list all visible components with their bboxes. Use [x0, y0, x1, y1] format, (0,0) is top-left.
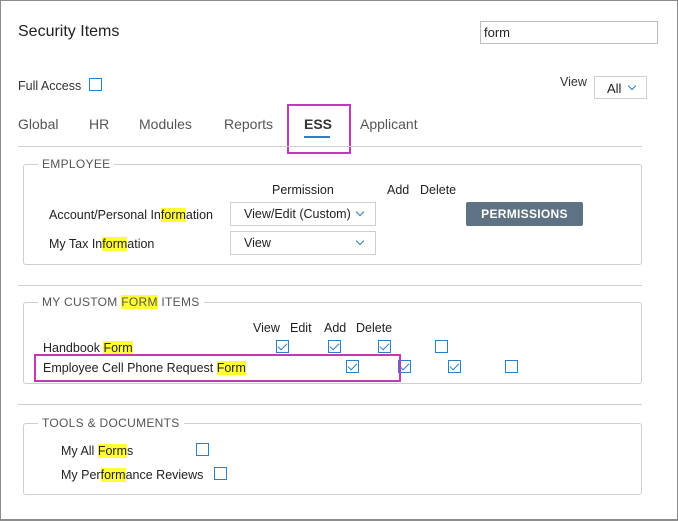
tab-applicant[interactable]: Applicant: [360, 116, 418, 132]
full-access-label: Full Access: [18, 79, 82, 93]
tool-item-label: My Performance Reviews: [61, 468, 203, 482]
chevron-down-icon: [627, 81, 637, 91]
cell-phone-row-highlight-box: [34, 354, 401, 382]
search-input[interactable]: form: [480, 21, 658, 44]
label-text: ance Reviews: [125, 468, 204, 482]
my-performance-reviews-checkbox[interactable]: [213, 467, 227, 480]
tools-legend: TOOLS & DOCUMENTS: [38, 416, 184, 430]
chevron-down-icon: [355, 207, 365, 217]
tab-reports[interactable]: Reports: [224, 116, 273, 132]
permission-select[interactable]: View: [230, 231, 376, 255]
my-all-forms-checkbox[interactable]: [196, 443, 210, 456]
legend-text: ITEMS: [157, 295, 200, 309]
search-match: Form: [103, 341, 133, 355]
edit-checkbox[interactable]: [327, 340, 341, 353]
tab-hr[interactable]: HR: [89, 116, 109, 132]
permissions-button[interactable]: PERMISSIONS: [466, 202, 583, 226]
add-checkbox[interactable]: [378, 340, 392, 353]
tools-section: [23, 423, 642, 495]
delete-column-header: Delete: [420, 183, 457, 197]
search-match: Form: [97, 444, 127, 458]
delete-checkbox[interactable]: [434, 340, 448, 353]
view-filter-label: View: [560, 75, 587, 89]
tool-item-label: My All Forms: [61, 444, 133, 458]
label-text: My All: [61, 444, 98, 458]
label-text: ation: [127, 237, 155, 251]
view-checkbox[interactable]: [276, 340, 290, 353]
view-filter-value: All: [607, 81, 622, 96]
employee-row-label: My Tax Information: [49, 237, 154, 251]
permission-select-value: View/Edit (Custom): [244, 207, 351, 221]
custom-form-row-label: Handbook Form: [43, 341, 133, 355]
legend-text: MY CUSTOM: [42, 295, 122, 309]
add-column-header: Add: [387, 183, 410, 197]
tabs-divider: [18, 146, 642, 147]
edit-column-header: Edit: [290, 321, 312, 335]
delete-checkbox[interactable]: [504, 360, 518, 373]
view-column-header: View: [253, 321, 280, 335]
tab-modules[interactable]: Modules: [139, 116, 192, 132]
add-column-header: Add: [324, 321, 347, 335]
section-divider: [18, 404, 642, 405]
permission-select[interactable]: View/Edit (Custom): [230, 202, 376, 226]
label-text: My Tax In: [49, 237, 103, 251]
custom-forms-legend: MY CUSTOM FORM ITEMS: [38, 295, 204, 309]
search-match: form: [160, 208, 186, 222]
section-divider: [18, 285, 642, 286]
full-access-row: Full Access: [18, 79, 81, 93]
search-match: FORM: [121, 295, 158, 309]
label-text: s: [126, 444, 134, 458]
chevron-down-icon: [355, 236, 365, 246]
full-access-checkbox[interactable]: [89, 78, 102, 91]
employee-legend: EMPLOYEE: [38, 157, 115, 171]
add-checkbox[interactable]: [448, 360, 462, 373]
search-match: form: [102, 237, 128, 251]
page-title: Security Items: [18, 23, 120, 40]
tab-global[interactable]: Global: [18, 116, 58, 132]
employee-row-label: Account/Personal Information: [49, 208, 213, 222]
label-text: ation: [185, 208, 213, 222]
search-match: form: [100, 468, 126, 482]
label-text: Handbook: [43, 341, 104, 355]
permission-column-header: Permission: [272, 183, 334, 197]
view-filter-select[interactable]: All: [594, 76, 647, 99]
label-text: Account/Personal In: [49, 208, 161, 222]
label-text: My Per: [61, 468, 101, 482]
delete-column-header: Delete: [356, 321, 393, 335]
permission-select-value: View: [244, 236, 271, 250]
